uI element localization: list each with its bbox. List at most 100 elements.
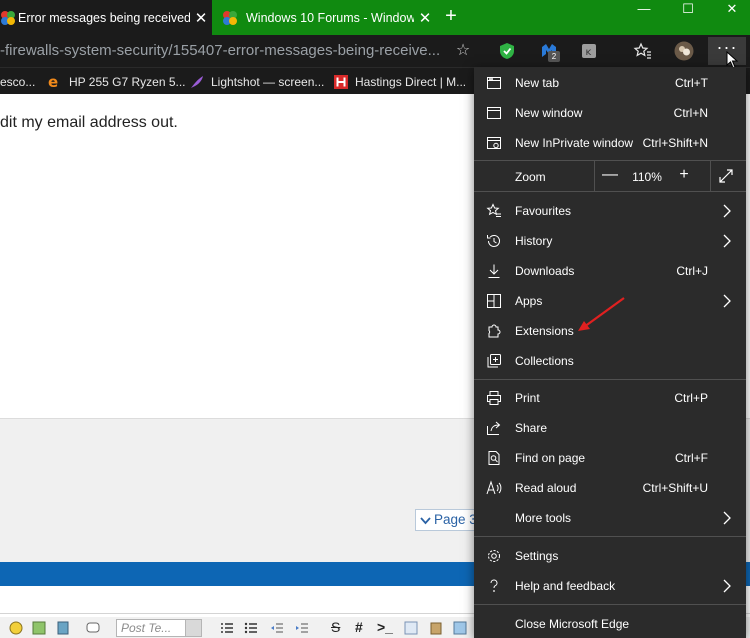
download-icon xyxy=(488,264,500,278)
tab-strip: Error messages being received - ✕ Window… xyxy=(0,0,750,35)
menu-item-favourites[interactable]: Favourites xyxy=(474,196,746,226)
outdent-icon[interactable] xyxy=(270,621,284,635)
menu-item-share[interactable]: Share xyxy=(474,413,746,443)
collections-icon xyxy=(487,354,501,368)
feather-icon xyxy=(191,75,203,88)
chevron-right-icon xyxy=(723,294,731,308)
zoom-label: Zoom xyxy=(515,170,546,184)
favorite-item[interactable]: e HP 255 G7 Ryzen 5... xyxy=(48,68,186,95)
apps-icon xyxy=(487,294,501,308)
favourites-bar-icon[interactable] xyxy=(633,41,653,61)
settings-and-more-menu: New tab Ctrl+T New window Ctrl+N New InP… xyxy=(474,67,746,638)
menu-divider xyxy=(474,379,746,380)
post-body-text: dit my email address out. xyxy=(0,114,178,131)
chevron-right-icon xyxy=(723,579,731,593)
tab-windows-10-forums[interactable]: Windows 10 Forums - Windows ✕ xyxy=(214,0,436,35)
zoom-row: Zoom — 110% + xyxy=(474,161,746,191)
indent-icon[interactable] xyxy=(295,621,309,635)
windows-forums-favicon-icon xyxy=(223,10,237,25)
tab-close-icon[interactable]: ✕ xyxy=(190,9,212,27)
favorite-label: esco... xyxy=(0,74,36,89)
menu-divider xyxy=(474,536,746,537)
window-close-button[interactable]: ✕ xyxy=(712,0,750,20)
menu-item-new-inprivate-window[interactable]: New InPrivate window Ctrl+Shift+N xyxy=(474,128,746,158)
font-icon[interactable] xyxy=(404,621,418,635)
menu-item-read-aloud[interactable]: Read aloud Ctrl+Shift+U xyxy=(474,473,746,503)
extension-badge: 2 xyxy=(548,51,560,62)
menu-item-new-tab[interactable]: New tab Ctrl+T xyxy=(474,68,746,98)
speech-bubble-icon[interactable] xyxy=(86,621,100,635)
favorite-label: HP 255 G7 Ryzen 5... xyxy=(69,74,186,89)
pager-label: Page 3 xyxy=(434,512,477,527)
help-icon xyxy=(490,579,498,592)
post-template-select[interactable]: Post Te... xyxy=(116,619,202,637)
print-icon xyxy=(487,391,501,405)
shield-extension-icon[interactable] xyxy=(497,41,517,61)
menu-item-more-tools[interactable]: More tools xyxy=(474,503,746,533)
h-logo-icon xyxy=(334,74,348,89)
settings-icon xyxy=(488,550,500,562)
image-icon[interactable] xyxy=(32,621,46,635)
favorite-label: Lightshot — screen... xyxy=(211,74,325,89)
windows-forums-favicon-icon xyxy=(1,10,15,25)
fullscreen-icon[interactable] xyxy=(718,168,734,184)
menu-item-print[interactable]: Print Ctrl+P xyxy=(474,383,746,413)
code-button[interactable]: >_ xyxy=(377,619,393,635)
tab-title: Error messages being received - xyxy=(18,10,190,25)
share-icon xyxy=(487,421,501,435)
favorite-item[interactable]: Lightshot — screen... xyxy=(190,68,324,95)
chevron-right-icon xyxy=(723,511,731,525)
smiley-icon[interactable] xyxy=(9,621,23,635)
browser-toolbar: -firewalls-system-security/155407-error-… xyxy=(0,35,750,69)
favourites-icon xyxy=(486,203,501,217)
chevron-down-icon xyxy=(420,517,431,525)
find-icon xyxy=(488,451,500,465)
tab-close-icon[interactable]: ✕ xyxy=(414,9,436,27)
picture-icon[interactable] xyxy=(453,621,467,635)
menu-item-help-and-feedback[interactable]: Help and feedback xyxy=(474,571,746,601)
zoom-out-button[interactable]: — xyxy=(598,164,622,188)
strikethrough-button[interactable]: S xyxy=(331,619,340,635)
ordered-list-icon[interactable] xyxy=(220,621,234,635)
menu-divider xyxy=(474,191,746,192)
chevron-down-icon xyxy=(185,620,201,636)
malwarebytes-extension-icon[interactable]: 2 xyxy=(539,41,560,62)
new-window-icon xyxy=(487,107,501,119)
menu-item-collections[interactable]: Collections xyxy=(474,346,746,376)
zoom-in-button[interactable]: + xyxy=(672,164,696,188)
new-tab-icon xyxy=(487,77,501,89)
tab-error-messages[interactable]: Error messages being received - ✕ xyxy=(0,0,212,35)
zoom-divider xyxy=(594,161,595,191)
menu-item-new-window[interactable]: New window Ctrl+N xyxy=(474,98,746,128)
chevron-right-icon xyxy=(723,234,731,248)
menu-item-downloads[interactable]: Downloads Ctrl+J xyxy=(474,256,746,286)
minimize-button[interactable]: — xyxy=(624,0,664,20)
maximize-button[interactable]: ☐ xyxy=(668,0,708,20)
favorite-label: Hastings Direct | M... xyxy=(355,74,467,89)
favorite-item[interactable]: Hastings Direct | M... xyxy=(334,68,466,95)
svg-text:e: e xyxy=(48,75,58,89)
add-favourite-star-icon[interactable]: ☆ xyxy=(452,37,474,65)
extensions-icon xyxy=(488,324,501,338)
unordered-list-icon[interactable] xyxy=(244,621,258,635)
menu-item-close-microsoft-edge[interactable]: Close Microsoft Edge xyxy=(474,609,746,638)
menu-item-history[interactable]: History xyxy=(474,226,746,256)
menu-divider xyxy=(474,604,746,605)
chevron-right-icon xyxy=(723,204,731,218)
inprivate-icon xyxy=(487,137,501,149)
hash-button[interactable]: # xyxy=(355,619,363,635)
extension-puzzle-icon[interactable]: ĸ xyxy=(579,41,599,61)
e-logo-icon: e xyxy=(48,75,58,89)
new-tab-button[interactable]: + xyxy=(440,6,462,28)
address-bar[interactable]: -firewalls-system-security/155407-error-… xyxy=(0,37,482,65)
read-aloud-icon xyxy=(486,480,502,495)
tab-title: Windows 10 Forums - Windows xyxy=(246,10,414,25)
menu-item-find-on-page[interactable]: Find on page Ctrl+F xyxy=(474,443,746,473)
annotation-arrow-icon xyxy=(578,297,625,331)
video-icon[interactable] xyxy=(56,621,70,635)
svg-text:ĸ: ĸ xyxy=(586,47,592,58)
profile-avatar[interactable] xyxy=(674,41,694,61)
menu-item-settings[interactable]: Settings xyxy=(474,541,746,571)
favorite-item[interactable]: esco... xyxy=(0,68,35,95)
clipboard-icon[interactable] xyxy=(429,621,443,635)
